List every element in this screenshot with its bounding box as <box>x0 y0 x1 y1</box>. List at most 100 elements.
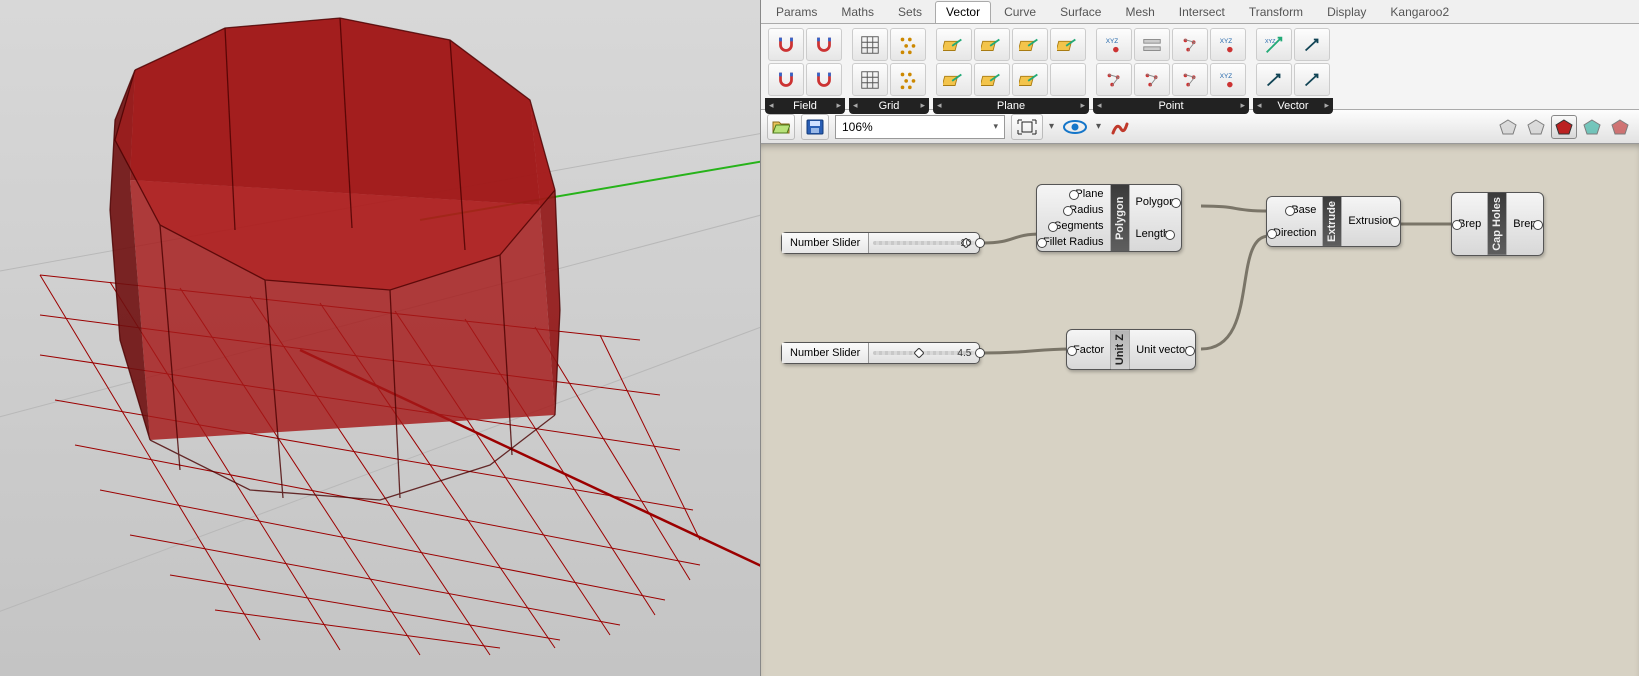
component-extrude[interactable]: BaseDirectionExtrudeExtrusion <box>1266 196 1401 247</box>
output-param[interactable]: Brep <box>1513 218 1536 230</box>
tab-params[interactable]: Params <box>765 1 828 23</box>
cloud-button[interactable] <box>1096 63 1132 96</box>
input-param[interactable]: Plane <box>1075 188 1103 200</box>
input-param[interactable]: Segments <box>1054 220 1104 232</box>
magnet-plus-button[interactable] <box>768 63 804 96</box>
sketch-button[interactable] <box>1107 114 1133 140</box>
input-grip[interactable] <box>1452 220 1462 230</box>
input-param[interactable]: Fillet Radius <box>1043 236 1104 248</box>
grid-hex-button[interactable] <box>890 28 926 61</box>
tab-curve[interactable]: Curve <box>993 1 1047 23</box>
input-grip[interactable] <box>1048 222 1058 232</box>
input-grip[interactable] <box>1067 346 1077 356</box>
tab-mesh[interactable]: Mesh <box>1114 1 1165 23</box>
input-grip[interactable] <box>1285 206 1295 216</box>
tab-display[interactable]: Display <box>1316 1 1377 23</box>
input-grip[interactable] <box>1037 238 1047 248</box>
output-grip[interactable] <box>1185 346 1195 356</box>
output-grip[interactable] <box>1390 217 1400 227</box>
output-param[interactable]: Unit vector <box>1136 344 1189 356</box>
input-param[interactable]: Brep <box>1458 218 1481 230</box>
input-param[interactable]: Direction <box>1273 227 1316 239</box>
output-grip[interactable] <box>1165 230 1175 240</box>
shade-mode-rendered-button[interactable] <box>1579 115 1605 139</box>
xyz-button[interactable]: XYZ <box>1096 28 1132 61</box>
tab-vector[interactable]: Vector <box>935 1 991 23</box>
magnet-plus-button[interactable] <box>768 28 804 61</box>
shade-mode-ghost-button[interactable] <box>1523 115 1549 139</box>
component-name-spine: Cap Holes <box>1488 193 1506 255</box>
deconstruct-button[interactable] <box>1172 28 1208 61</box>
open-file-button[interactable] <box>767 114 795 140</box>
plane-diamond-button[interactable] <box>1012 63 1048 96</box>
svg-text:XYZ: XYZ <box>1106 38 1119 45</box>
input-grip[interactable] <box>1063 206 1073 216</box>
component-polygon[interactable]: PlaneRadiusSegmentsFillet RadiusPolygonP… <box>1036 184 1182 252</box>
input-param[interactable]: Radius <box>1069 204 1103 216</box>
shade-mode-wire-button[interactable] <box>1495 115 1521 139</box>
wire[interactable] <box>1201 236 1269 349</box>
input-grip[interactable] <box>1267 229 1277 239</box>
xyz-arrow-button[interactable]: XYZ <box>1256 28 1292 61</box>
output-param[interactable]: Polygon <box>1136 196 1176 208</box>
input-grip[interactable] <box>1069 190 1079 200</box>
plane-arrow-button[interactable] <box>974 63 1010 96</box>
output-grip[interactable] <box>1533 220 1543 230</box>
magnet-spin-button[interactable] <box>806 63 842 96</box>
output-grip[interactable] <box>975 238 985 248</box>
number-slider[interactable]: Number Slider4.5 <box>781 342 980 364</box>
xyz-button[interactable]: XYZ <box>1210 28 1246 61</box>
tab-surface[interactable]: Surface <box>1049 1 1112 23</box>
input-param[interactable]: Factor <box>1073 344 1104 356</box>
ribbon-group-label: Plane <box>933 98 1089 114</box>
tab-maths[interactable]: Maths <box>830 1 885 23</box>
output-param[interactable]: Length <box>1136 228 1170 240</box>
grid-hex-button[interactable] <box>890 63 926 96</box>
grasshopper-canvas[interactable]: Number Slider10Number Slider4.5PlaneRadi… <box>761 144 1639 676</box>
output-param[interactable]: Extrusion <box>1348 215 1394 227</box>
project-button[interactable] <box>1172 63 1208 96</box>
slider-label: Number Slider <box>782 343 869 363</box>
magnet-spin-button[interactable] <box>806 28 842 61</box>
ribbon-group-point: XYZXYZXYZPoint <box>1093 26 1249 109</box>
input-param[interactable]: Base <box>1291 204 1316 216</box>
plane-xy-button[interactable] <box>1050 28 1086 61</box>
wire[interactable] <box>983 234 1041 243</box>
save-file-button[interactable] <box>801 114 829 140</box>
plane-rotate-button[interactable] <box>974 28 1010 61</box>
zoom-level-combo[interactable]: 106% ▾ <box>835 115 1005 139</box>
vec-button[interactable] <box>1294 28 1330 61</box>
component-cap[interactable]: Brep Cap Holes Brep <box>1451 192 1544 256</box>
rhino-perspective-viewport[interactable] <box>0 0 761 676</box>
swap-button[interactable] <box>1294 63 1330 96</box>
shade-mode-shaded-button[interactable] <box>1551 115 1577 139</box>
ribbon-group-vector: XYZVector <box>1253 26 1333 109</box>
preview-toggle-button[interactable] <box>1060 114 1090 140</box>
wire[interactable] <box>1201 206 1269 211</box>
slider-track[interactable]: 10 <box>869 233 979 253</box>
tab-kangaroo2[interactable]: Kangaroo2 <box>1379 1 1460 23</box>
zoom-extents-button[interactable] <box>1011 114 1043 140</box>
plane-xy-button[interactable] <box>936 28 972 61</box>
xyz-button[interactable]: XYZ <box>1210 63 1246 96</box>
num-button[interactable] <box>1134 28 1170 61</box>
tab-intersect[interactable]: Intersect <box>1168 1 1236 23</box>
tab-sets[interactable]: Sets <box>887 1 933 23</box>
plane-flip-button[interactable] <box>936 63 972 96</box>
component-unitz[interactable]: FactorUnit ZUnit vector <box>1066 329 1196 370</box>
shade-mode-custom-button[interactable] <box>1607 115 1633 139</box>
slider-track[interactable]: 4.5 <box>869 343 979 363</box>
number-slider[interactable]: Number Slider10 <box>781 232 980 254</box>
tab-transform[interactable]: Transform <box>1238 1 1314 23</box>
pull-button[interactable] <box>1134 63 1170 96</box>
blank-button[interactable] <box>1050 63 1086 96</box>
slider-handle-icon[interactable] <box>913 347 924 358</box>
document-toolbar: 106% ▾ ▾ ▾ <box>761 110 1639 144</box>
output-grip[interactable] <box>975 348 985 358</box>
vec-unit-button[interactable] <box>1256 63 1292 96</box>
wire[interactable] <box>983 349 1071 353</box>
plane-axis-button[interactable] <box>1012 28 1048 61</box>
grid-square-button[interactable] <box>852 63 888 96</box>
grid-square-button[interactable] <box>852 28 888 61</box>
output-grip[interactable] <box>1171 198 1181 208</box>
